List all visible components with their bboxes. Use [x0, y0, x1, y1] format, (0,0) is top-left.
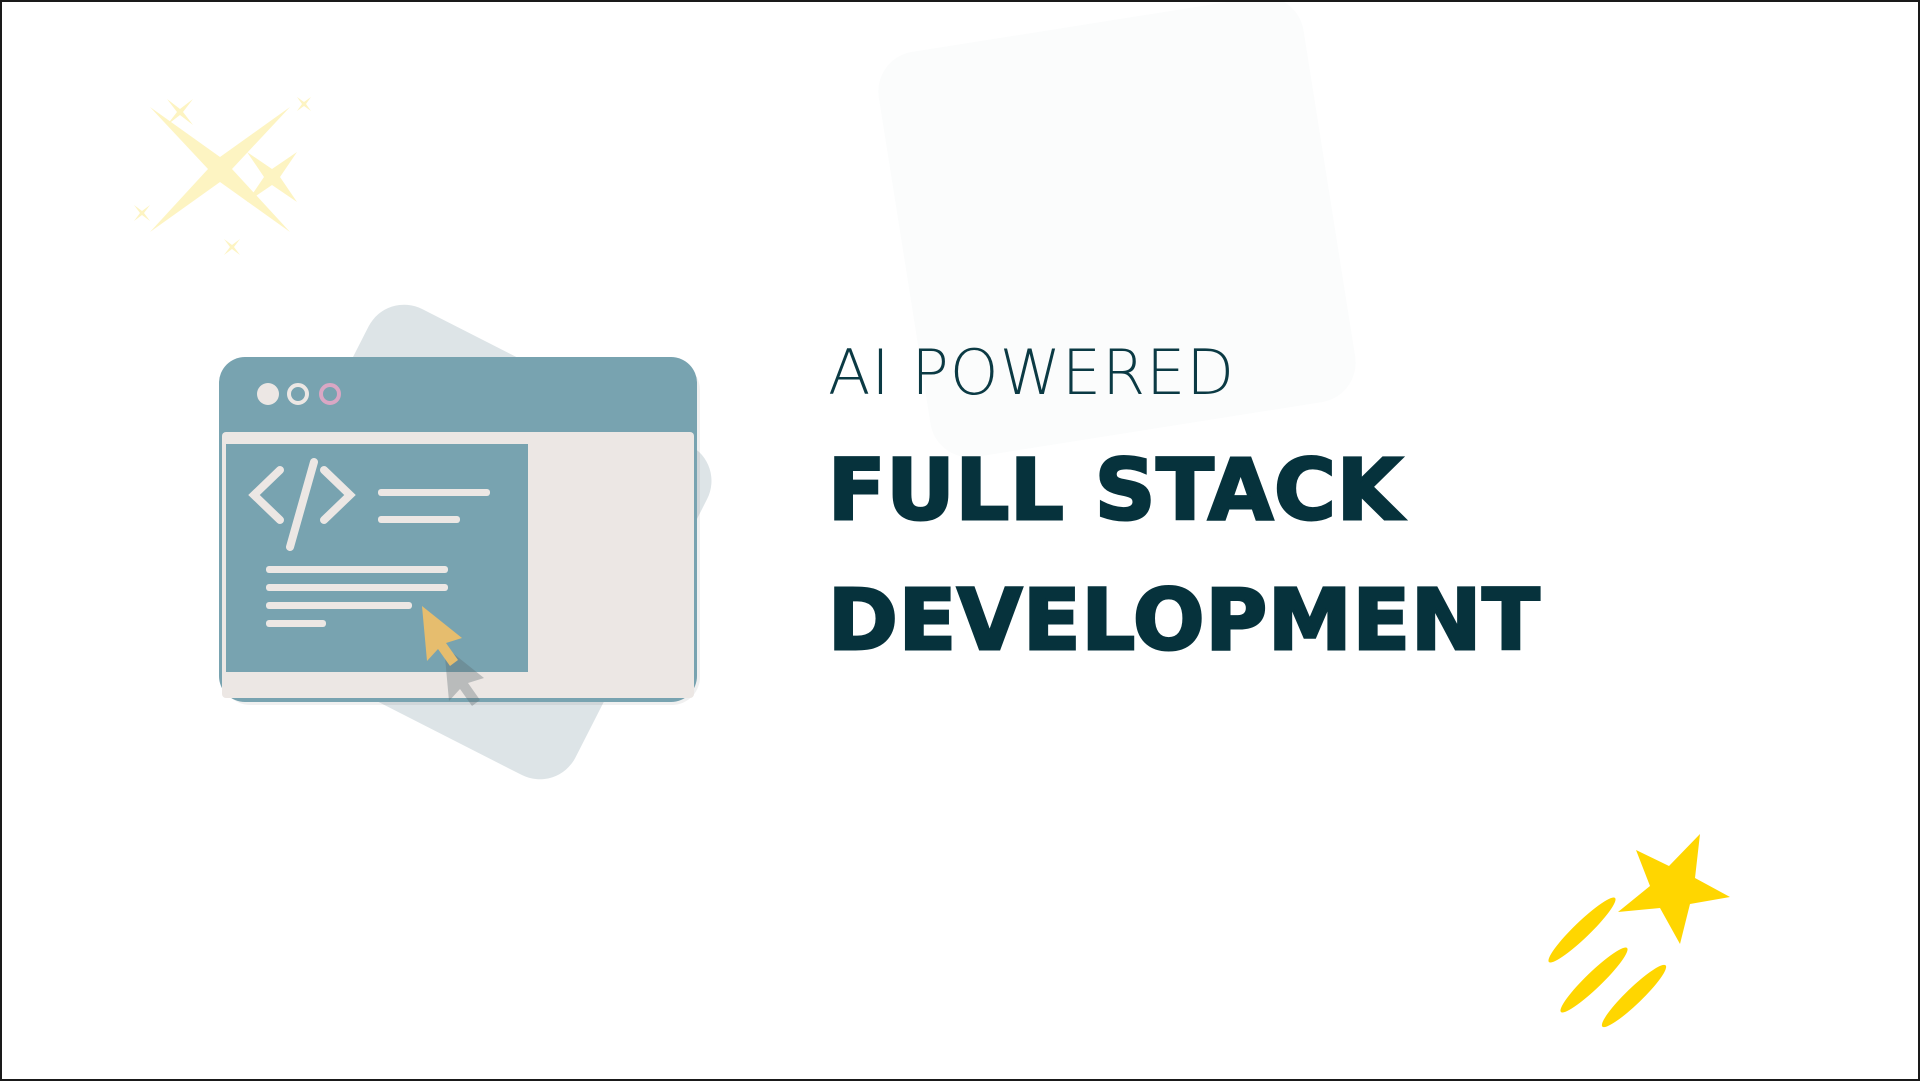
- slide: AI POWERED FULL STACK DEVELOPMENT: [0, 0, 1920, 1081]
- title-line-1: FULL STACK: [827, 441, 1404, 539]
- browser-window-code-icon: [219, 304, 712, 780]
- sparkles-icon: [134, 97, 311, 255]
- title-line-2: DEVELOPMENT: [827, 571, 1542, 669]
- shooting-star-icon: [1548, 834, 1730, 1028]
- subtitle: AI POWERED: [828, 336, 1236, 409]
- headline: AI POWERED FULL STACK DEVELOPMENT: [827, 336, 1542, 669]
